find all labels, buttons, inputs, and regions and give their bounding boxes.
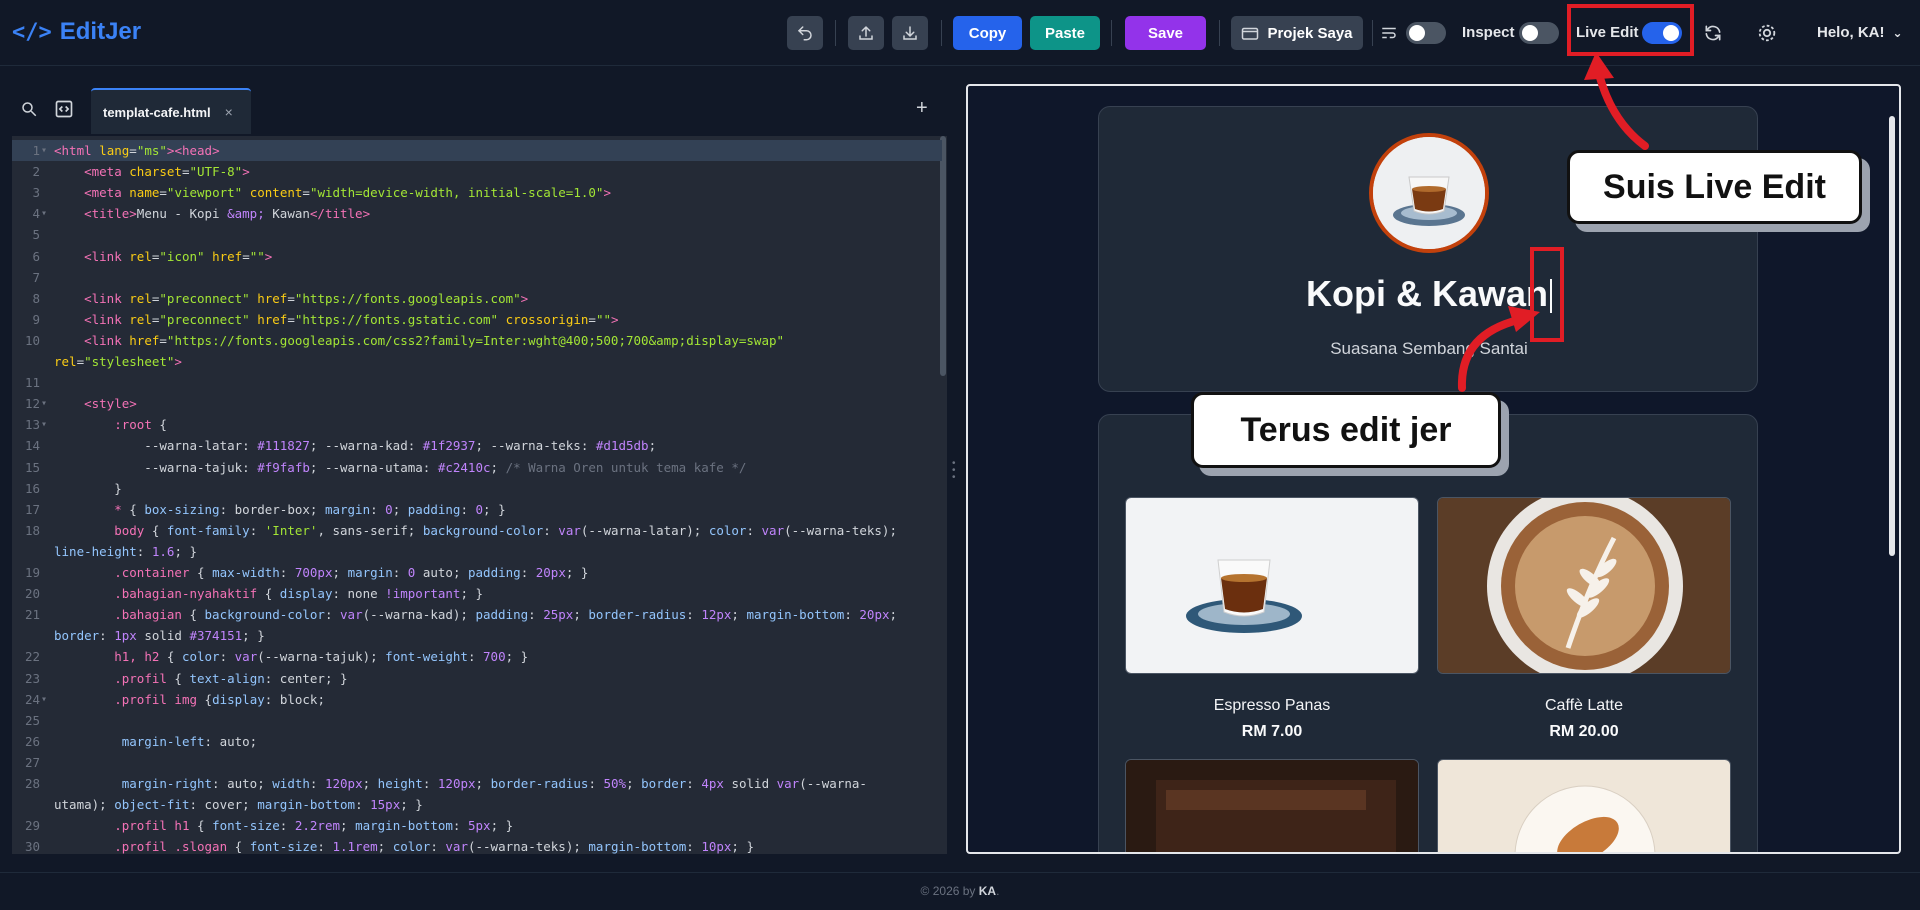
annotation-arrows [1457,52,1649,392]
footer: © 2026 by KA. [0,872,1920,910]
footer-prefix: © 2026 by [920,884,979,898]
footer-suffix: . [996,884,1000,898]
footer-author: KA [978,884,997,898]
edit-callout: Terus edit jer [1191,392,1501,468]
live-edit-callout: Suis Live Edit [1567,150,1862,224]
